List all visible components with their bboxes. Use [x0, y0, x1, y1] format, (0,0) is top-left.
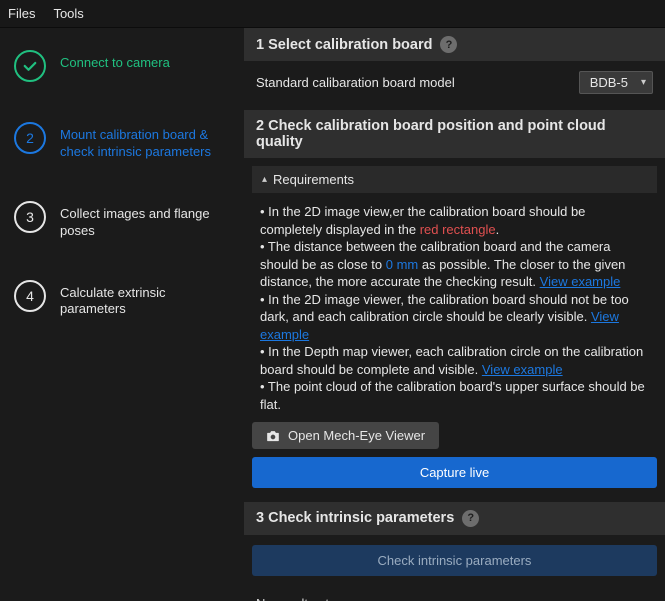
section-1-header: 1 Select calibration board ? [244, 28, 665, 61]
check-intrinsic-label: Check intrinsic parameters [378, 553, 532, 568]
help-icon[interactable]: ? [462, 510, 479, 527]
menu-tools[interactable]: Tools [53, 6, 83, 21]
section-2-header: 2 Check calibration board position and p… [244, 110, 665, 158]
section-3-title: 3 Check intrinsic parameters [256, 510, 454, 526]
intrinsic-result-text: No result yet. [244, 590, 665, 601]
section-2-title: 2 Check calibration board position and p… [256, 118, 653, 150]
step-number-icon: 4 [14, 280, 46, 312]
board-model-select[interactable]: BDB-5 [579, 71, 653, 94]
requirements-label: Requirements [273, 172, 354, 187]
open-mecheye-button[interactable]: Open Mech-Eye Viewer [252, 422, 439, 449]
check-icon [14, 50, 46, 82]
capture-live-button[interactable]: Capture live [252, 457, 657, 488]
section-3-header: 3 Check intrinsic parameters ? [244, 502, 665, 535]
view-example-link-3[interactable]: View example [482, 362, 563, 377]
step-number-icon: 3 [14, 201, 46, 233]
chevron-up-icon: ▴ [262, 174, 267, 185]
main-panel: 1 Select calibration board ? Standard ca… [244, 28, 665, 601]
requirements-body: • In the 2D image view,er the calibratio… [244, 193, 665, 422]
open-mecheye-label: Open Mech-Eye Viewer [288, 428, 425, 443]
wizard-sidebar: Connect to camera 2 Mount calibration bo… [0, 28, 244, 601]
step-number-icon: 2 [14, 122, 46, 154]
menu-bar: Files Tools [0, 0, 665, 28]
help-icon[interactable]: ? [440, 36, 457, 53]
capture-live-label: Capture live [420, 465, 489, 480]
step-4[interactable]: 4 Calculate extrinsic parameters [14, 280, 230, 319]
camera-icon [266, 430, 280, 441]
zero-mm-text: 0 mm [386, 257, 419, 272]
step-1[interactable]: Connect to camera [14, 50, 230, 82]
step-3[interactable]: 3 Collect images and flange poses [14, 201, 230, 240]
view-example-link-1[interactable]: View example [540, 274, 621, 289]
step-3-label: Collect images and flange poses [60, 201, 230, 240]
section-1-title: 1 Select calibration board [256, 37, 432, 53]
check-intrinsic-button[interactable]: Check intrinsic parameters [252, 545, 657, 576]
step-2[interactable]: 2 Mount calibration board & check intrin… [14, 122, 230, 161]
requirements-toggle[interactable]: ▴ Requirements [252, 166, 657, 193]
board-model-label: Standard calibaration board model [256, 75, 455, 90]
board-model-value: BDB-5 [590, 75, 628, 90]
step-2-label: Mount calibration board & check intrinsi… [60, 122, 230, 161]
step-4-label: Calculate extrinsic parameters [60, 280, 230, 319]
step-1-label: Connect to camera [60, 50, 170, 72]
red-rectangle-text: red rectangle [420, 222, 496, 237]
menu-files[interactable]: Files [8, 6, 35, 21]
